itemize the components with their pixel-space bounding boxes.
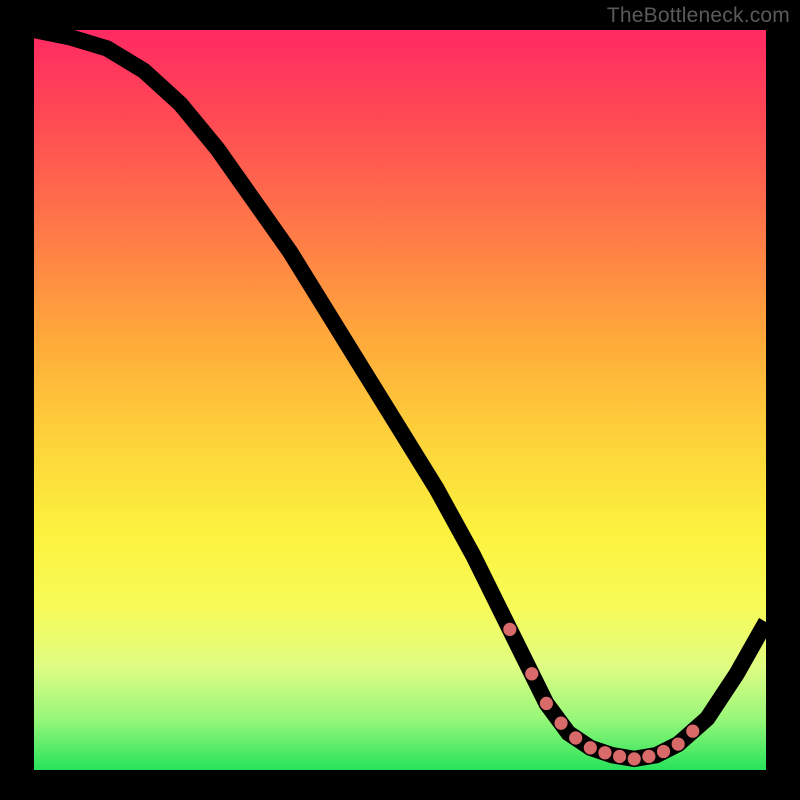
curve-marker: [628, 752, 641, 765]
curve-marker: [503, 623, 516, 636]
chart-frame: TheBottleneck.com: [0, 0, 800, 800]
curve-marker: [642, 750, 655, 763]
curve-marker: [584, 741, 597, 754]
bottleneck-curve: [34, 30, 766, 759]
curve-marker: [657, 745, 670, 758]
curve-marker: [672, 737, 685, 750]
curve-marker: [554, 716, 567, 729]
curve-marker: [540, 697, 553, 710]
watermark-text: TheBottleneck.com: [607, 4, 790, 28]
curve-marker: [613, 750, 626, 763]
curve-marker: [569, 731, 582, 744]
curve-marker: [686, 724, 699, 737]
plot-area: [34, 30, 766, 770]
curve-marker: [598, 746, 611, 759]
curve-svg: [34, 30, 766, 770]
curve-marker: [525, 667, 538, 680]
